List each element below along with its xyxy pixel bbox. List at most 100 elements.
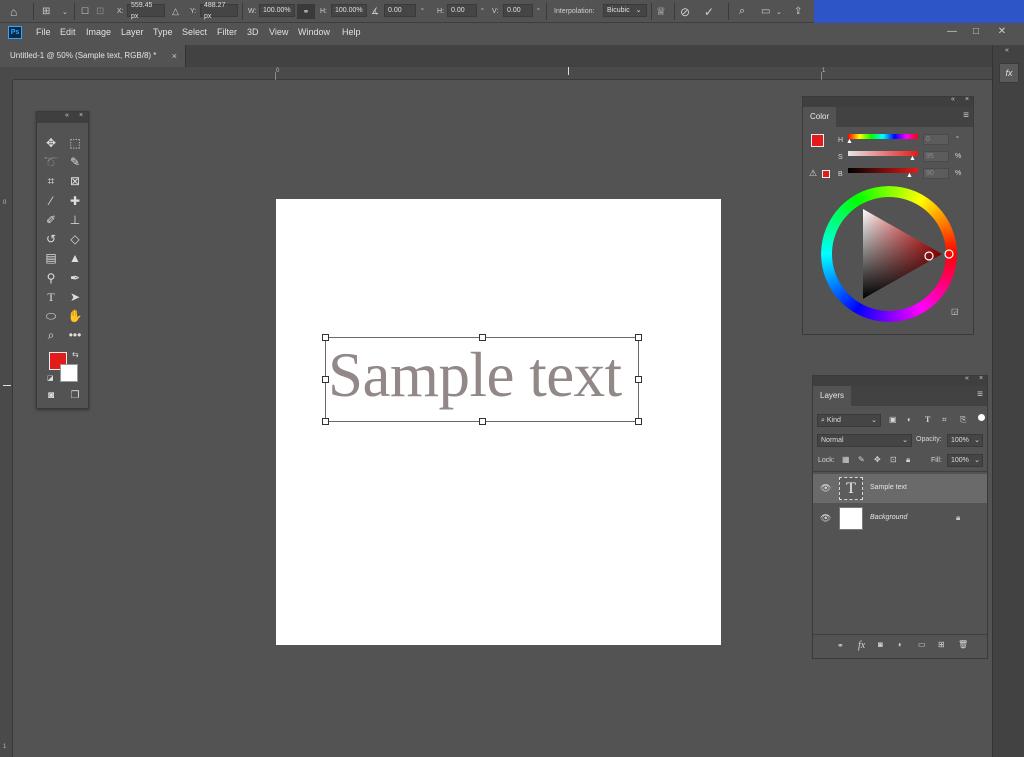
slider-thumb[interactable]: ▲ (846, 138, 853, 145)
gradient-tool-icon[interactable]: ▤ (42, 250, 60, 266)
hue-slider[interactable] (848, 134, 918, 139)
type-tool-icon[interactable]: T (42, 289, 60, 305)
panel-menu-icon[interactable]: ≡ (963, 111, 969, 121)
collapse-icon[interactable]: « (1005, 47, 1009, 54)
transform-handle-se[interactable] (635, 418, 642, 425)
filter-shape-icon[interactable]: ⌗ (942, 415, 947, 425)
quick-select-tool-icon[interactable]: ✎ (66, 154, 84, 170)
close-panel-icon[interactable]: × (965, 96, 969, 103)
commit-transform-icon[interactable]: ✓ (704, 4, 714, 19)
rotation-field[interactable]: 0.00 (384, 4, 416, 17)
transform-handle-sw[interactable] (322, 418, 329, 425)
transform-handle-ne[interactable] (635, 334, 642, 341)
dodge-tool-icon[interactable]: ⚲ (42, 270, 60, 286)
lock-position-icon[interactable]: ✥ (874, 455, 881, 464)
hand-tool-icon[interactable]: ✋ (66, 308, 84, 324)
menu-window[interactable]: Window (298, 27, 330, 37)
collapse-icon[interactable]: « (951, 96, 955, 103)
slider-thumb[interactable]: ▲ (909, 155, 916, 162)
tools-panel-header[interactable]: « × (37, 112, 88, 123)
tab-color[interactable]: Color (803, 107, 837, 127)
marquee-tool-icon[interactable]: ⬚ (66, 135, 84, 151)
filter-pixel-icon[interactable]: ▣ (889, 415, 897, 424)
hskew-field[interactable]: 0.00 (447, 4, 477, 17)
swap-colors-icon[interactable]: ⇆ (72, 350, 79, 359)
menu-type[interactable]: Type (153, 27, 173, 37)
reference-checkbox[interactable]: ☐ (81, 4, 89, 19)
close-tab-icon[interactable]: × (172, 45, 177, 67)
saturation-value-field[interactable]: 95 (923, 151, 949, 162)
more-tools-icon[interactable]: ••• (66, 327, 84, 343)
ellipse-tool-icon[interactable]: ⬭ (42, 308, 60, 324)
warp-icon[interactable]: ♕ (656, 4, 666, 19)
adjustment-layer-icon[interactable]: ◐ (898, 640, 903, 649)
default-colors-icon[interactable]: ◪ (47, 374, 54, 382)
visibility-eye-icon[interactable]: 👁︎ (820, 483, 831, 494)
close-button[interactable]: ✕ (990, 24, 1014, 40)
lasso-tool-icon[interactable]: ➰ (42, 154, 60, 170)
chevron-down-icon[interactable]: ⌄ (776, 4, 782, 19)
ruler-left[interactable]: 0 1 (0, 80, 13, 757)
lock-artboard-icon[interactable]: ⊡ (890, 455, 897, 464)
color-panel-foreground-swatch[interactable] (811, 134, 824, 147)
collapse-icon[interactable]: « (965, 375, 969, 382)
lock-all-icon[interactable]: 🔒︎ (906, 455, 910, 465)
menu-help[interactable]: Help (342, 27, 361, 37)
hue-value-field[interactable]: 0 (923, 134, 949, 145)
menu-view[interactable]: View (269, 27, 288, 37)
saturation-slider[interactable] (848, 151, 918, 156)
tab-layers[interactable]: Layers (813, 386, 852, 406)
menu-3d[interactable]: 3D (247, 27, 259, 37)
menu-edit[interactable]: Edit (60, 27, 76, 37)
styles-panel-button[interactable]: fx (999, 63, 1019, 83)
link-layers-icon[interactable]: ⚭ (837, 641, 844, 650)
transform-handle-w[interactable] (322, 376, 329, 383)
close-panel-icon[interactable]: × (979, 375, 983, 382)
ruler-top[interactable]: 0 1 (13, 67, 992, 80)
layers-panel-header[interactable]: « × (813, 375, 987, 386)
layer-row-background[interactable]: 👁︎ Background 🔒︎ (813, 504, 987, 533)
link-icon[interactable]: ⚭ (297, 4, 315, 19)
cancel-transform-icon[interactable]: ⊘ (680, 4, 690, 19)
maximize-button[interactable]: □ (964, 24, 988, 40)
height-field[interactable]: 100.00% (331, 4, 367, 17)
layer-row-sample-text[interactable]: 👁︎ T Sample text (813, 474, 987, 503)
filter-adjustment-icon[interactable]: ◐ (907, 415, 912, 424)
new-group-icon[interactable]: ▭ (918, 640, 926, 649)
background-color-swatch[interactable] (60, 364, 78, 382)
visibility-eye-icon[interactable]: 👁︎ (820, 513, 831, 524)
history-brush-tool-icon[interactable]: ↺ (42, 231, 60, 247)
transform-bounding-box[interactable] (322, 334, 642, 425)
collapse-icon[interactable]: « (65, 112, 69, 119)
brightness-value-field[interactable]: 90 (923, 168, 949, 179)
add-mask-icon[interactable]: ◙ (878, 640, 883, 649)
layer-filter-select[interactable]: ⌕ Kind ⌄ (817, 414, 881, 427)
lock-pixels-icon[interactable]: ✎ (858, 455, 865, 464)
minimize-button[interactable]: — (940, 24, 964, 40)
menu-image[interactable]: Image (86, 27, 111, 37)
interpolation-select[interactable]: Bicubic ⌄ (603, 4, 647, 17)
stamp-tool-icon[interactable]: ⊥ (66, 212, 84, 228)
transform-handle-s[interactable] (479, 418, 486, 425)
transform-handle-n[interactable] (479, 334, 486, 341)
eraser-tool-icon[interactable]: ◇ (66, 231, 84, 247)
opacity-field[interactable]: 100% ⌄ (947, 434, 983, 447)
close-panel-icon[interactable]: × (79, 112, 83, 119)
filter-toggle-icon[interactable] (978, 414, 985, 421)
wheel-options-icon[interactable]: ◲ (951, 307, 959, 316)
delete-layer-icon[interactable]: 🗑︎ (958, 640, 968, 649)
transform-handle-e[interactable] (635, 376, 642, 383)
healing-brush-tool-icon[interactable]: ✚ (66, 193, 84, 209)
slider-thumb[interactable]: ▲ (906, 172, 913, 179)
search-icon[interactable]: ⌕ (739, 4, 745, 19)
blur-tool-icon[interactable]: ▲ (66, 250, 84, 266)
chevron-down-icon[interactable]: ⌄ (62, 4, 68, 19)
move-tool-icon[interactable]: ✥ (42, 135, 60, 151)
menu-layer[interactable]: Layer (121, 27, 144, 37)
crop-tool-icon[interactable]: ⌗ (42, 173, 60, 189)
new-layer-icon[interactable]: ⊞ (938, 640, 945, 649)
color-wheel[interactable] (821, 186, 957, 322)
vskew-field[interactable]: 0.00 (503, 4, 533, 17)
gamut-warning-icon[interactable]: ⚠ (809, 168, 817, 179)
filter-type-icon[interactable]: T (925, 415, 930, 424)
